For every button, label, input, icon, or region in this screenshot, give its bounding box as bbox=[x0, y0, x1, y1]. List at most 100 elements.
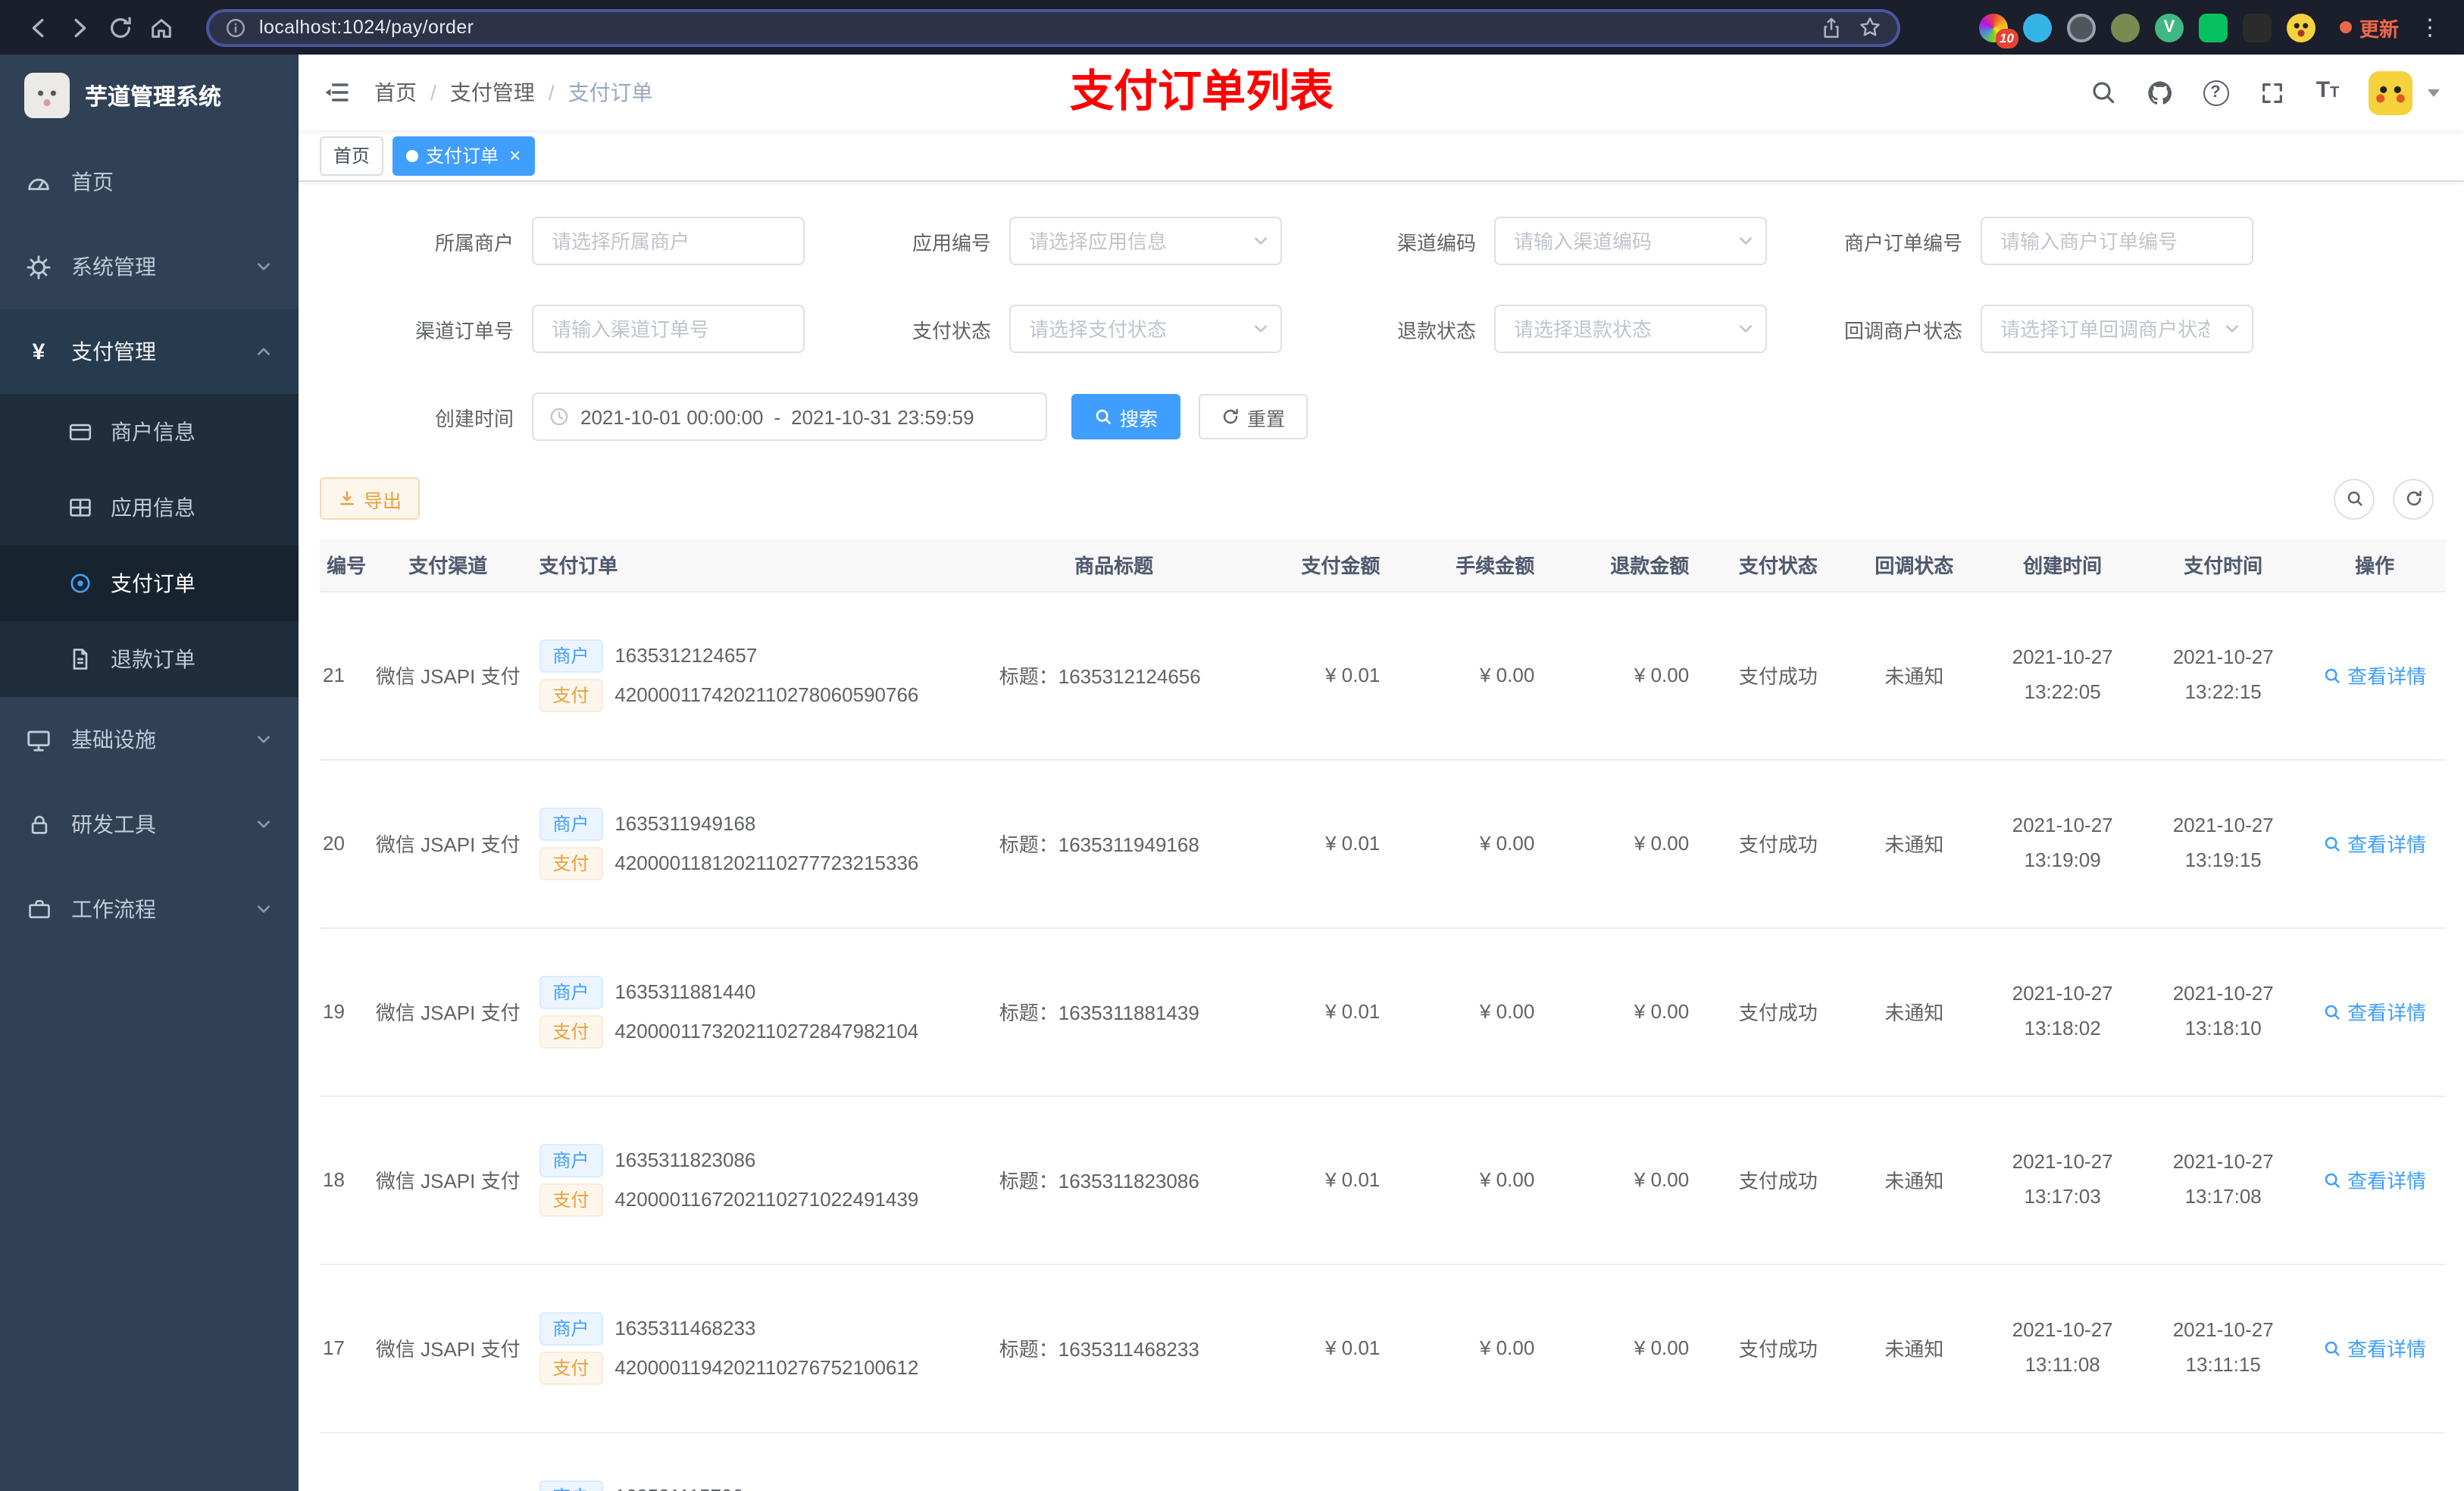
browser-forward-icon[interactable] bbox=[59, 7, 100, 48]
browser-extensions-area: 10 V 更新 ⋮ bbox=[1978, 13, 2446, 48]
help-icon[interactable]: ? bbox=[2200, 77, 2231, 108]
browser-chrome: localhost:1024/pay/order 10 V 更新 ⋮ bbox=[0, 0, 2464, 55]
breadcrumb: 首页 / 支付管理 / 支付订单 bbox=[374, 77, 653, 108]
extension-wechat-icon[interactable] bbox=[2198, 13, 2228, 42]
cell-pay-amount: ¥ 0.01 bbox=[1246, 759, 1402, 928]
view-detail-link[interactable]: 查看详情 bbox=[2323, 1165, 2426, 1194]
filter-label-channel-code: 渠道编码 bbox=[1396, 231, 1476, 254]
cell-pay-order: 商户 1635311949168 支付 42000011812021102777… bbox=[530, 759, 981, 928]
browser-update-button[interactable]: 更新 bbox=[2339, 13, 2399, 42]
user-caret-icon[interactable] bbox=[2428, 89, 2440, 96]
pay-status-select[interactable] bbox=[1009, 305, 1282, 353]
cell-pay-channel: 微信 JSAPI 支付 bbox=[366, 759, 530, 928]
cell-refund-amount bbox=[1556, 1432, 1711, 1491]
refund-status-select[interactable] bbox=[1494, 305, 1767, 353]
cell-actions: 查看详情 bbox=[2303, 759, 2446, 928]
sidebar-toggle-icon[interactable] bbox=[299, 55, 374, 130]
cell-fee-amount: ¥ 0.00 bbox=[1401, 927, 1556, 1096]
toggle-search-button[interactable] bbox=[2334, 478, 2375, 519]
pay-tag: 支付 bbox=[539, 846, 603, 880]
filter-label-channel-order-no: 渠道订单号 bbox=[414, 319, 514, 342]
user-avatar[interactable] bbox=[2369, 70, 2412, 114]
payment-submenu: 商户信息 应用信息 支付订单 退款订单 bbox=[0, 394, 299, 697]
extension-leaf-icon[interactable] bbox=[2110, 13, 2140, 42]
bookmark-star-icon[interactable] bbox=[1858, 15, 1882, 39]
merchant-input[interactable] bbox=[532, 217, 805, 265]
sidebar-item-infra[interactable]: 基础设施 bbox=[0, 697, 299, 782]
reset-button[interactable]: 重置 bbox=[1199, 394, 1309, 439]
cell-pay-time: 2021-10-27 13:17:08 bbox=[2143, 1096, 2304, 1264]
view-detail-link[interactable]: 查看详情 bbox=[2323, 1333, 2426, 1362]
app-logo[interactable]: 芋道管理系统 bbox=[0, 55, 299, 136]
sidebar-item-devtools[interactable]: 研发工具 bbox=[0, 782, 299, 867]
cell-fee-amount: ¥ 0.00 bbox=[1401, 1264, 1556, 1433]
app-no-select[interactable] bbox=[1009, 217, 1282, 265]
cell-pay-channel bbox=[366, 1432, 530, 1491]
view-detail-link[interactable]: 查看详情 bbox=[2323, 661, 2426, 689]
extension-vue-devtools-icon[interactable]: V bbox=[2154, 13, 2184, 42]
notify-status-select[interactable] bbox=[1981, 305, 2253, 353]
search-button[interactable]: 搜索 bbox=[1071, 394, 1181, 439]
chevron-up-icon bbox=[255, 342, 273, 361]
cell-pay-channel: 微信 JSAPI 支付 bbox=[366, 591, 530, 760]
create-time-range-picker[interactable]: 2021-10-01 00:00:00 - 2021-10-31 23:59:5… bbox=[532, 392, 1047, 441]
monitor-icon bbox=[26, 727, 52, 752]
sidebar-item-home[interactable]: 首页 bbox=[0, 139, 299, 224]
browser-refresh-icon[interactable] bbox=[100, 7, 141, 48]
merchant-tag: 商户 bbox=[539, 975, 603, 1008]
sidebar-item-payment[interactable]: ¥ 支付管理 bbox=[0, 309, 299, 394]
tags-view-bar: 首页 支付订单 × bbox=[299, 130, 2464, 182]
sidebar-item-merchant-info[interactable]: 商户信息 bbox=[0, 394, 299, 470]
breadcrumb-payment[interactable]: 支付管理 bbox=[450, 77, 535, 108]
browser-home-icon[interactable] bbox=[141, 7, 182, 48]
cell-pay-time bbox=[2143, 1432, 2304, 1491]
tab-close-icon[interactable]: × bbox=[509, 145, 521, 165]
site-info-icon[interactable] bbox=[224, 16, 247, 39]
fullscreen-icon[interactable] bbox=[2256, 77, 2287, 108]
sidebar-item-refund-order[interactable]: 退款订单 bbox=[0, 621, 299, 697]
pay-tag: 支付 bbox=[539, 1014, 603, 1048]
view-detail-link[interactable]: 查看详情 bbox=[2323, 829, 2426, 858]
cell-refund-amount: ¥ 0.00 bbox=[1556, 591, 1711, 760]
cell-product-title bbox=[980, 1432, 1247, 1491]
browser-menu-icon[interactable]: ⋮ bbox=[2414, 14, 2446, 41]
merchant-order-no-input[interactable] bbox=[1981, 217, 2253, 265]
extension-pin-icon[interactable] bbox=[2242, 13, 2272, 42]
breadcrumb-home[interactable]: 首页 bbox=[374, 77, 417, 108]
browser-back-icon[interactable] bbox=[18, 7, 59, 48]
channel-code-select[interactable] bbox=[1494, 217, 1767, 265]
channel-order-no-input[interactable] bbox=[532, 305, 805, 353]
extension-grid-icon[interactable]: 10 bbox=[1978, 13, 2018, 48]
view-detail-link[interactable]: 查看详情 bbox=[2323, 997, 2426, 1026]
refresh-table-button[interactable] bbox=[2393, 478, 2434, 519]
sidebar-item-pay-order[interactable]: 支付订单 bbox=[0, 545, 299, 621]
cell-product-title: 标题：1635311881439 bbox=[980, 927, 1247, 1096]
extension-drop-icon[interactable] bbox=[2022, 13, 2052, 42]
extension-globe-icon[interactable] bbox=[2066, 13, 2096, 42]
table-row: 18 微信 JSAPI 支付 商户 1635311823086 支付 42000… bbox=[320, 1096, 2446, 1264]
cell-id: 18 bbox=[320, 1096, 367, 1264]
address-bar[interactable]: localhost:1024/pay/order bbox=[206, 8, 1900, 46]
github-icon[interactable] bbox=[2144, 77, 2175, 108]
cell-pay-status: 支付成功 bbox=[1710, 1096, 1846, 1264]
app-title: 芋道管理系统 bbox=[85, 84, 222, 110]
col-header-channel: 支付渠道 bbox=[366, 539, 530, 592]
sidebar-item-app-info[interactable]: 应用信息 bbox=[0, 470, 299, 545]
merchant-tag: 商户 bbox=[539, 1311, 603, 1345]
cell-fee-amount: ¥ 0.00 bbox=[1401, 759, 1556, 928]
extension-emoji-icon[interactable] bbox=[2286, 13, 2315, 42]
sidebar-item-system[interactable]: 系统管理 bbox=[0, 224, 299, 309]
cell-refund-amount: ¥ 0.00 bbox=[1556, 927, 1711, 1096]
logo-avatar bbox=[24, 73, 70, 118]
export-button[interactable]: 导出 bbox=[320, 477, 421, 520]
cell-create-time: 2021-10-27 13:22:05 bbox=[1982, 591, 2143, 760]
sidebar-item-workflow[interactable]: 工作流程 bbox=[0, 867, 299, 952]
tab-pay-order[interactable]: 支付订单 × bbox=[392, 136, 535, 175]
tab-home[interactable]: 首页 bbox=[320, 136, 384, 175]
filter-label-merchant: 所属商户 bbox=[434, 231, 514, 254]
cell-pay-time: 2021-10-27 13:22:15 bbox=[2143, 591, 2304, 760]
cell-pay-status: 支付成功 bbox=[1710, 591, 1846, 760]
font-size-icon[interactable]: TT bbox=[2312, 77, 2343, 108]
search-icon[interactable] bbox=[2088, 77, 2118, 108]
share-icon[interactable] bbox=[1820, 16, 1843, 39]
